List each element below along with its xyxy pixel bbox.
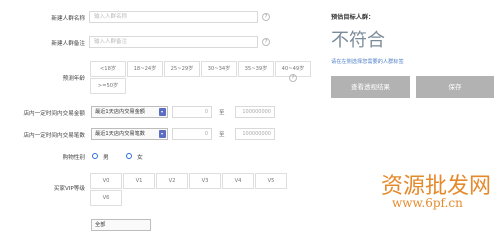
amount-to-label: 至 [219, 110, 225, 116]
amount-min-input[interactable]: 0 [172, 106, 212, 118]
watermark-url: www.6pf.cn [392, 196, 463, 210]
estimate-hint: 请在左侧选择您需要的人群标签 [331, 59, 404, 65]
age-option[interactable]: 25~29岁 [164, 61, 200, 77]
name-help-icon[interactable]: ? [262, 13, 270, 21]
save-button[interactable]: 保存 [416, 76, 494, 98]
bottom-select-value: 全部 [95, 222, 106, 228]
count-min-input[interactable]: 0 [172, 128, 212, 140]
bottom-select[interactable]: 全部 [91, 219, 151, 231]
gender-label: 购物性别 [62, 155, 85, 161]
age-label: 预测年龄 [62, 76, 85, 82]
vip-option[interactable]: V2 [156, 173, 188, 189]
count-to-label: 至 [219, 132, 225, 138]
gender-female-radio[interactable] [126, 153, 132, 159]
vip-option[interactable]: V0 [90, 173, 122, 189]
name-label: 新建人群名称 [51, 16, 85, 22]
chevron-down-icon [159, 108, 166, 116]
count-label: 店内一定时间内交易笔数 [23, 133, 85, 139]
note-input[interactable]: 输入人群备注 [89, 36, 258, 48]
count-max-input[interactable]: 100000000 [235, 128, 275, 140]
age-option[interactable]: 35~39岁 [238, 61, 274, 77]
gender-male-label: 男 [103, 155, 109, 161]
gender-male-radio[interactable] [92, 153, 98, 159]
note-help-icon[interactable]: ? [262, 38, 270, 46]
estimate-title: 预估目标人群： [331, 14, 375, 21]
vip-option[interactable]: V1 [123, 173, 155, 189]
amount-max-input[interactable]: 100000000 [235, 106, 275, 118]
note-label: 新建人群备注 [51, 41, 85, 47]
vip-option[interactable]: V3 [189, 173, 221, 189]
amount-label: 店内一定时间内交易金额 [23, 111, 85, 117]
amount-period-value: 最近1天店内交易金额 [95, 109, 145, 115]
age-option[interactable]: 18~24岁 [127, 61, 163, 77]
amount-period-select[interactable]: 最近1天店内交易金额 [91, 106, 168, 118]
estimate-result: 不符合 [331, 30, 385, 51]
name-input[interactable]: 输入人群名称 [89, 11, 258, 23]
age-option[interactable]: 30~34岁 [201, 61, 237, 77]
age-option[interactable]: <18岁 [90, 61, 126, 77]
count-period-value: 最近1天店内交易笔数 [95, 131, 145, 137]
vip-option[interactable]: V6 [90, 190, 122, 206]
vip-option[interactable]: V4 [222, 173, 254, 189]
count-period-select[interactable]: 最近1天店内交易笔数 [91, 128, 168, 140]
age-help-icon[interactable]: ? [289, 74, 297, 82]
vip-option[interactable]: V5 [255, 173, 287, 189]
vip-label: 买家VIP等级 [53, 186, 85, 192]
chevron-down-icon [159, 130, 166, 138]
age-option[interactable]: >=50岁 [90, 78, 126, 94]
view-result-button[interactable]: 查看透视结果 [331, 76, 410, 98]
gender-female-label: 女 [137, 155, 143, 161]
